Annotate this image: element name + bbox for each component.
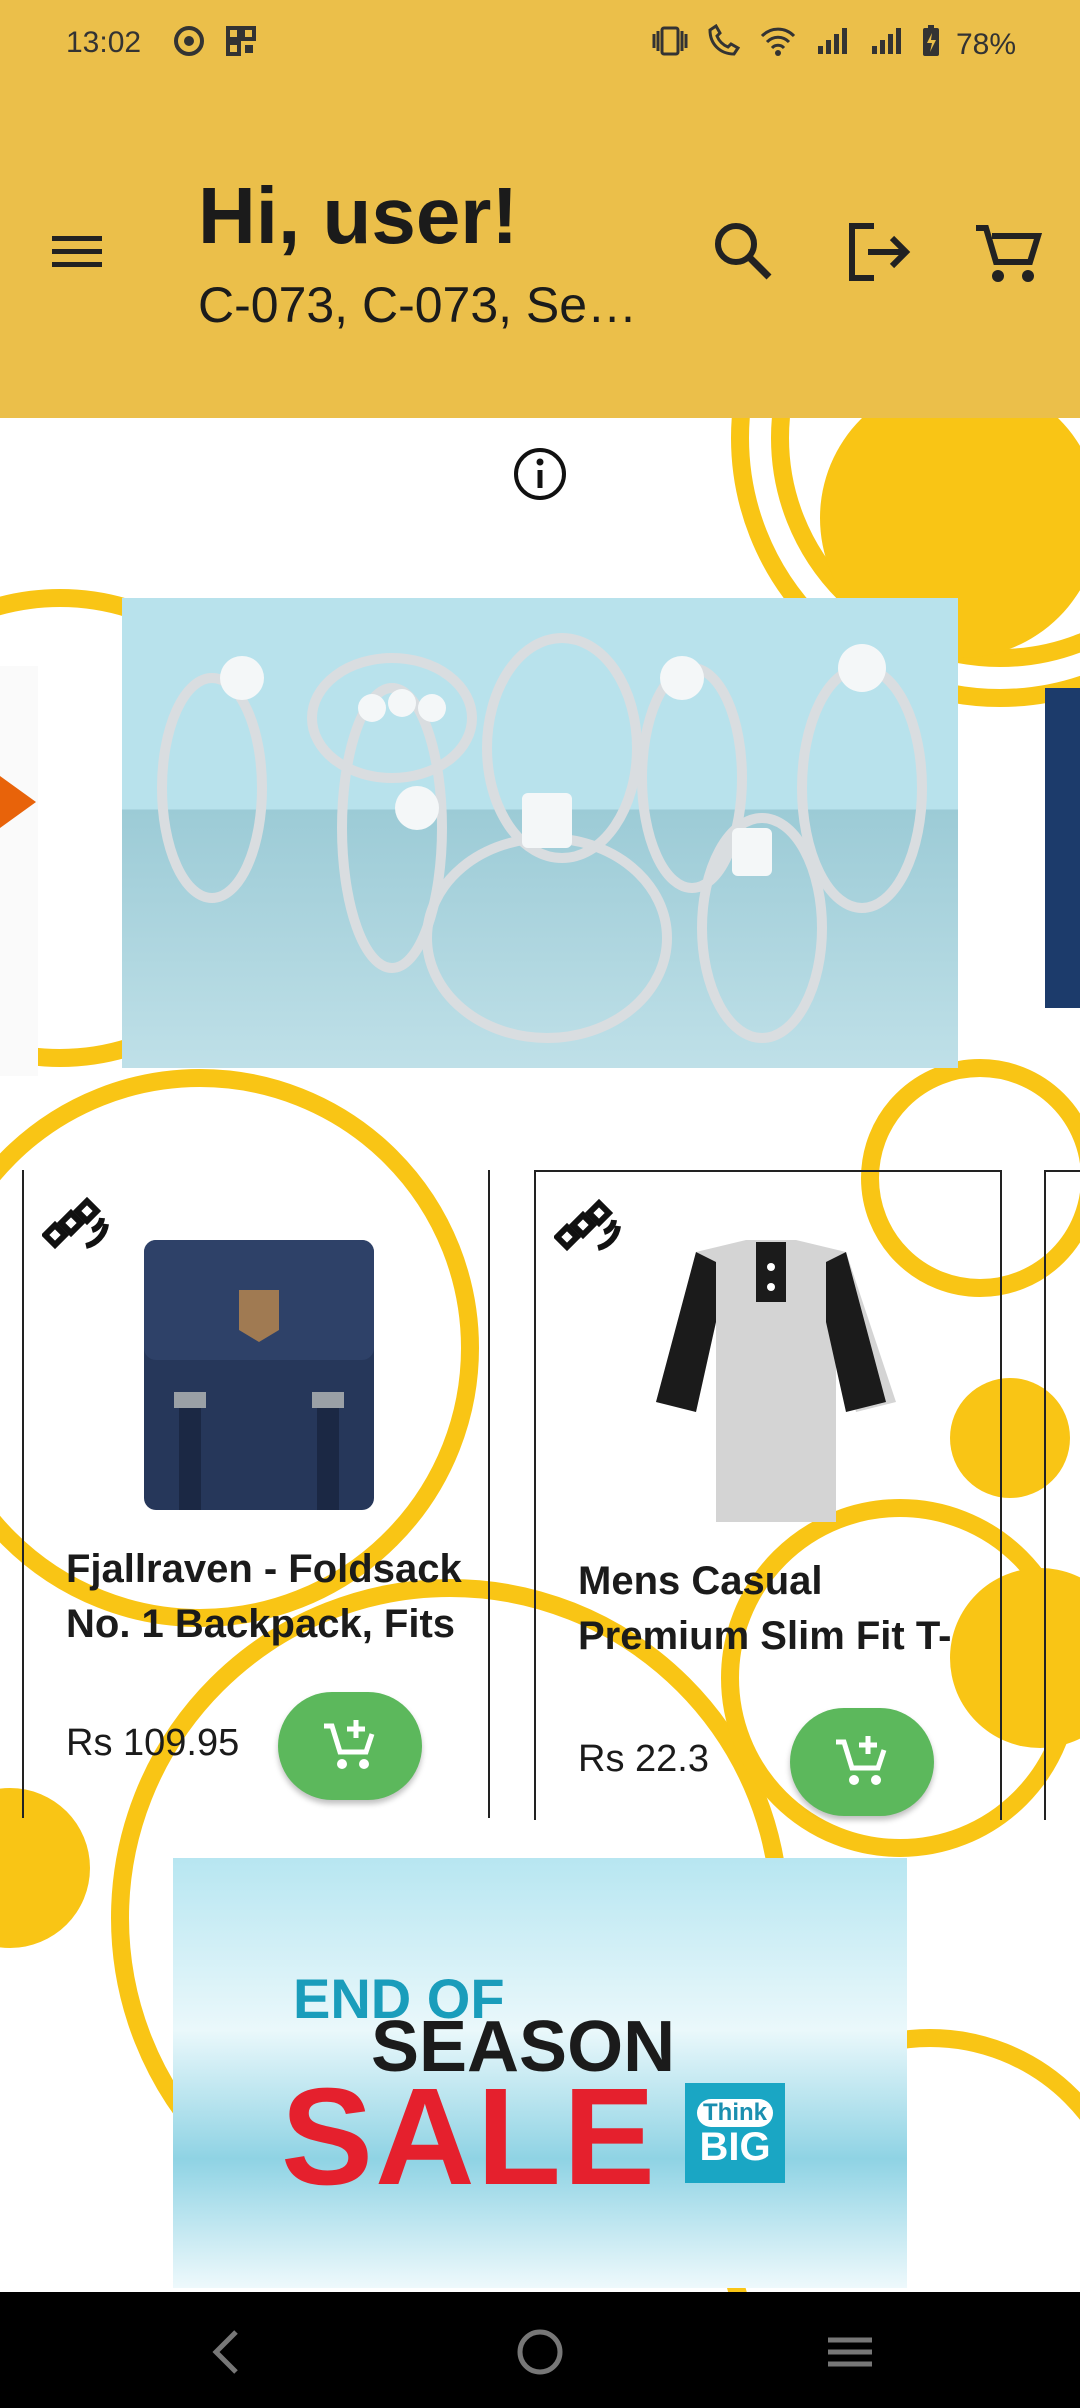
status-time: 13:02: [66, 26, 142, 59]
battery-percent: 78%: [955, 28, 1016, 61]
product-card[interactable]: Fjallraven - Foldsack No. 1 Backpack, Fi…: [22, 1170, 490, 1818]
product-card[interactable]: Mens Casual Premium Slim Fit T- Rs 22.3: [534, 1170, 1002, 1820]
carousel-next-peek[interactable]: [1045, 688, 1080, 1008]
back-icon: [212, 2330, 238, 2374]
home-icon: [517, 2329, 563, 2375]
search-button[interactable]: [702, 210, 786, 294]
vibrate-icon: [650, 24, 690, 66]
product-title: Mens Casual Premium Slim Fit T-: [578, 1559, 952, 1658]
wifi-icon: [758, 24, 798, 66]
whatsapp-icon: [172, 24, 206, 66]
think-big-badge: Think BIG: [685, 2083, 785, 2183]
add-to-cart-button[interactable]: [790, 1708, 934, 1816]
add-shopping-cart-icon: [324, 1720, 375, 1769]
search-icon: [715, 223, 772, 280]
recents-button[interactable]: [818, 2320, 882, 2384]
system-nav-bar: [0, 2292, 1080, 2408]
info-icon: [514, 448, 566, 500]
info-button[interactable]: [512, 446, 568, 502]
signal-icon: [812, 24, 852, 66]
add-to-cart-button[interactable]: [278, 1692, 422, 1800]
rings-image: [157, 633, 927, 1043]
cart-button[interactable]: [966, 210, 1050, 294]
home-button[interactable]: [508, 2320, 572, 2384]
sale-banner[interactable]: END OF SEASON SALE Think BIG: [173, 1858, 907, 2288]
status-bar: 13:02 78%: [0, 0, 1080, 90]
signal-icon: [866, 24, 906, 66]
menu-button[interactable]: [44, 220, 110, 280]
app-bar: Hi, user! C-073, C-073, Se…: [0, 90, 1080, 418]
home-content[interactable]: Fjallraven - Foldsack No. 1 Backpack, Fi…: [0, 418, 1080, 2292]
add-shopping-cart-icon: [836, 1736, 887, 1785]
hamburger-menu-icon: [52, 236, 102, 267]
qr-icon: [224, 24, 258, 66]
back-button[interactable]: [196, 2320, 260, 2384]
carousel-prev-peek[interactable]: [0, 666, 38, 1076]
delivery-address[interactable]: C-073, C-073, Se…: [198, 276, 637, 334]
logout-button[interactable]: [834, 210, 918, 294]
product-image-tshirt[interactable]: [626, 1232, 916, 1522]
satellite-icon: [552, 1192, 624, 1262]
satellite-icon: [40, 1190, 112, 1260]
rings-banner[interactable]: [122, 598, 958, 1068]
recents-icon: [828, 2337, 872, 2367]
product-price: Rs 22.3: [578, 1738, 709, 1780]
cart-icon: [976, 225, 1043, 282]
logout-icon: [849, 223, 911, 281]
product-card-peek[interactable]: [1044, 1170, 1080, 1820]
product-title: Fjallraven - Foldsack No. 1 Backpack, Fi…: [66, 1547, 462, 1646]
sale-line-3: SALE: [281, 2060, 658, 2214]
greeting-title: Hi, user!: [198, 171, 519, 260]
battery-charging-icon: [920, 24, 942, 66]
product-price: Rs 109.95: [66, 1722, 240, 1764]
product-image-backpack[interactable]: [114, 1230, 404, 1520]
wifi-call-icon: [704, 23, 744, 66]
